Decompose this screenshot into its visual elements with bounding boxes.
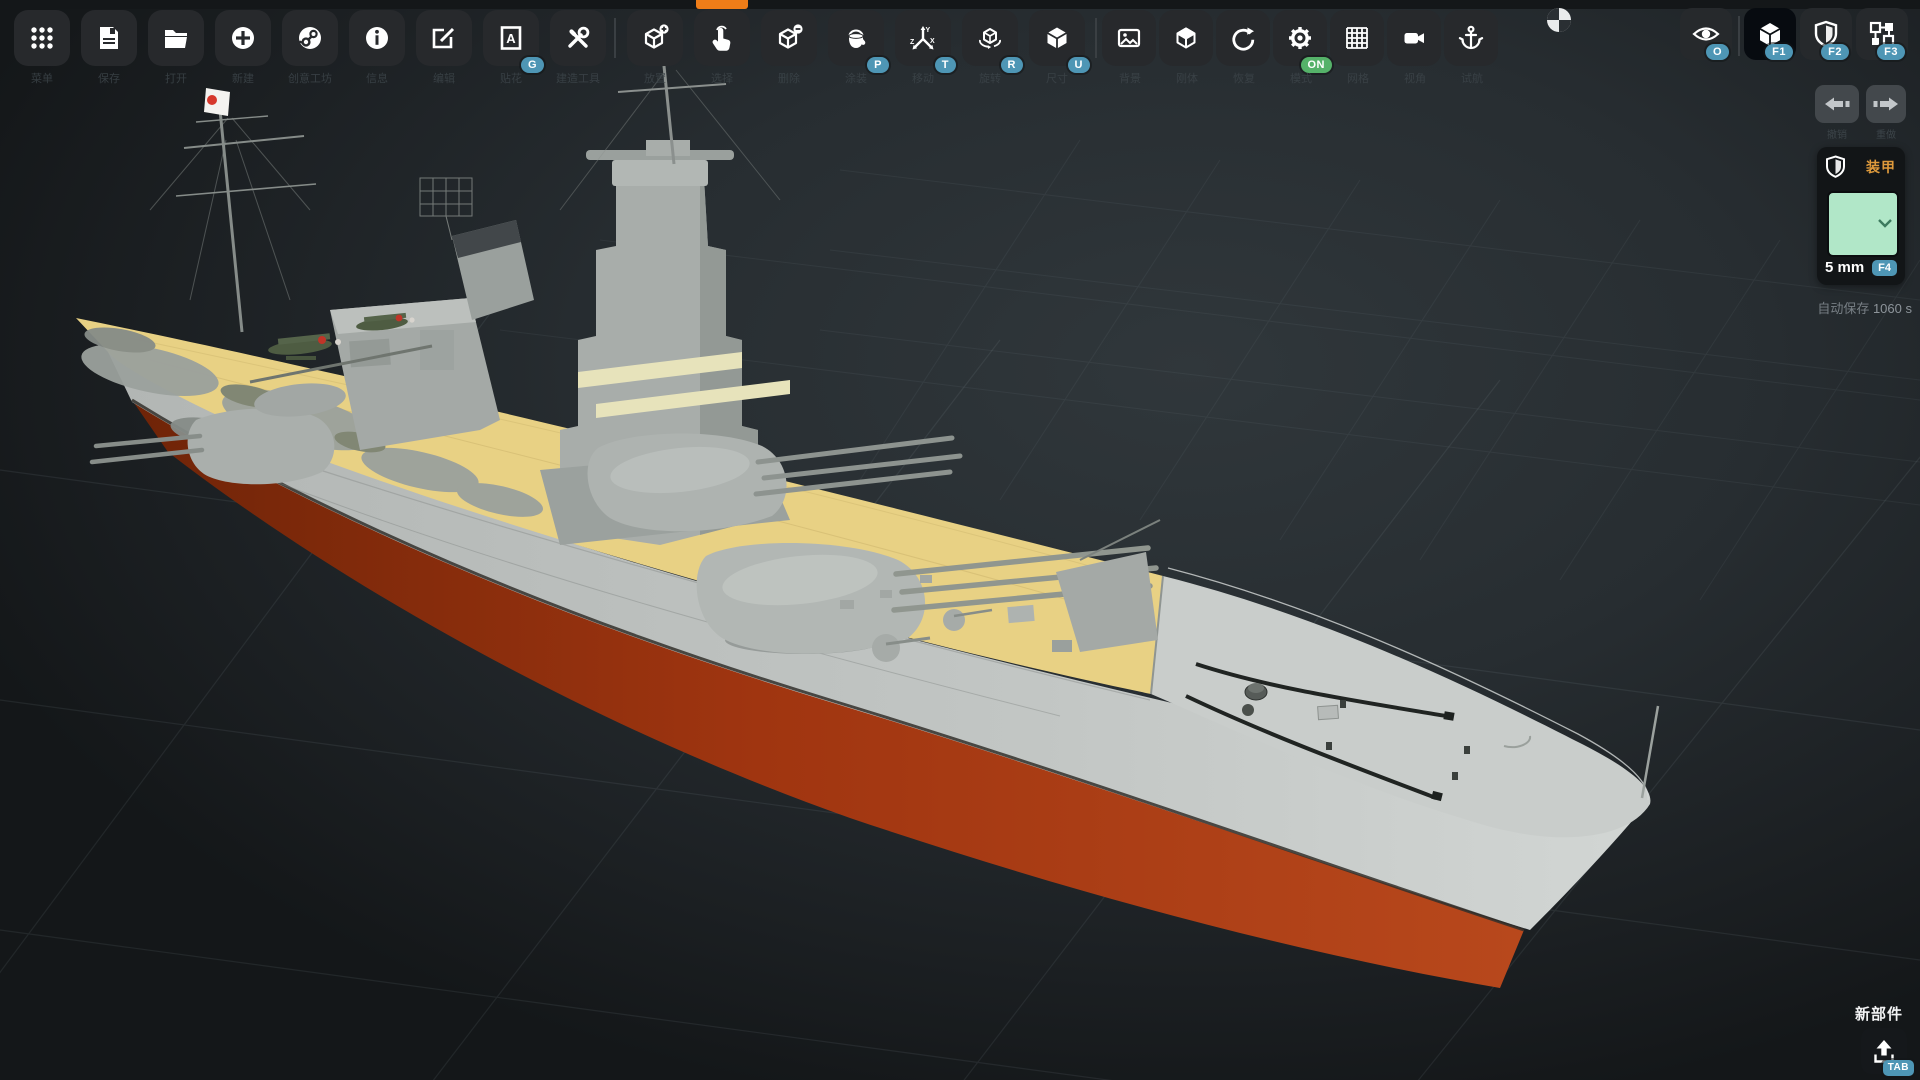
shield-icon bbox=[1825, 155, 1846, 179]
decal-button[interactable]: A G 贴花 bbox=[483, 10, 539, 66]
info-icon bbox=[362, 23, 392, 53]
rotate-cube-icon bbox=[975, 23, 1005, 53]
save-button[interactable]: 保存 bbox=[81, 10, 137, 66]
undo-button[interactable] bbox=[1815, 85, 1859, 123]
hotkey-badge: F1 bbox=[1765, 44, 1793, 60]
autosave-status: 自动保存 1060 s bbox=[1672, 298, 1912, 317]
select-tool-button[interactable]: 选择 bbox=[694, 10, 750, 66]
undo-arrow-icon bbox=[1824, 95, 1850, 113]
build-tools-button[interactable]: 建造工具 bbox=[550, 10, 606, 66]
grid-button[interactable]: 网格 bbox=[1330, 10, 1384, 66]
edit-icon bbox=[429, 23, 459, 53]
svg-text:X: X bbox=[930, 38, 935, 45]
menu-grid-icon bbox=[27, 23, 57, 53]
resize-button[interactable]: U 尺寸 bbox=[1029, 10, 1085, 66]
hotkey-badge: F3 bbox=[1877, 44, 1905, 60]
hull-button[interactable]: 刚体 bbox=[1159, 10, 1213, 66]
armor-panel: 装甲 5 mm F4 bbox=[1817, 147, 1905, 285]
hotkey-badge: U bbox=[1068, 57, 1090, 73]
hotkey-badge: F4 bbox=[1872, 260, 1897, 276]
background-image-icon bbox=[1114, 23, 1144, 53]
reset-view-button[interactable]: 恢复 bbox=[1216, 10, 1270, 66]
hull-cube-icon bbox=[1171, 23, 1201, 53]
chevron-down-icon bbox=[1878, 219, 1892, 228]
redo-arrow-icon bbox=[1873, 95, 1899, 113]
origin-marker-icon bbox=[1545, 6, 1573, 34]
move-axes-icon: Y Z X bbox=[908, 23, 938, 53]
funnel bbox=[420, 178, 534, 320]
hotkey-badge: G bbox=[521, 57, 544, 73]
menu-button[interactable]: 菜单 bbox=[14, 10, 70, 66]
background-button[interactable]: 背景 bbox=[1102, 10, 1156, 66]
add-block-icon bbox=[640, 23, 670, 53]
hotkey-badge: TAB bbox=[1883, 1060, 1914, 1076]
sea-trial-button[interactable]: 试航 bbox=[1444, 10, 1498, 66]
camera-icon bbox=[1399, 23, 1429, 53]
rotate-button[interactable]: R 旋转 bbox=[962, 10, 1018, 66]
move-button[interactable]: Y Z X T 移动 bbox=[895, 10, 951, 66]
hotkey-badge: T bbox=[935, 57, 956, 73]
edit-button[interactable]: 编辑 bbox=[416, 10, 472, 66]
ship-model[interactable] bbox=[76, 66, 1658, 988]
decal-text-icon: A bbox=[496, 23, 526, 53]
hotkey-badge: F2 bbox=[1821, 44, 1849, 60]
active-tool-indicator bbox=[696, 0, 748, 9]
hotkey-badge: P bbox=[867, 57, 889, 73]
paint-bucket-icon bbox=[841, 23, 871, 53]
mode-armor-button[interactable]: F2 bbox=[1800, 8, 1852, 60]
autosave-label: 自动保存 bbox=[1817, 301, 1869, 316]
svg-text:Z: Z bbox=[910, 39, 915, 46]
camera-button[interactable]: 视角 bbox=[1387, 10, 1441, 66]
on-badge: ON bbox=[1301, 57, 1333, 73]
toolbar-divider bbox=[614, 18, 616, 58]
radar-mesh bbox=[420, 178, 472, 240]
save-icon bbox=[94, 23, 124, 53]
workshop-button[interactable]: 创意工坊 bbox=[282, 10, 338, 66]
remove-block-button[interactable]: 删除 bbox=[761, 10, 817, 66]
settings-gear-icon bbox=[1285, 23, 1315, 53]
visibility-button[interactable]: O bbox=[1680, 8, 1732, 60]
svg-text:A: A bbox=[506, 31, 516, 46]
add-block-button[interactable]: 放置 bbox=[627, 10, 683, 66]
hotkey-badge: O bbox=[1706, 44, 1729, 60]
open-folder-icon bbox=[161, 23, 191, 53]
armor-color-swatch[interactable] bbox=[1827, 191, 1899, 257]
resize-cube-icon bbox=[1042, 23, 1072, 53]
new-part-label: 新部件 bbox=[1855, 1003, 1903, 1024]
autosave-value: 1060 s bbox=[1873, 301, 1912, 316]
grid-icon bbox=[1342, 23, 1372, 53]
ship-builder-app: { "toolbar": { "items": [ {"icon":"menu-… bbox=[0, 0, 1920, 1080]
toolbar-divider bbox=[1738, 16, 1740, 56]
hotkey-badge: R bbox=[1001, 57, 1023, 73]
armor-panel-title: 装甲 bbox=[1866, 157, 1896, 177]
armor-thickness-value: 5 mm bbox=[1825, 259, 1864, 276]
mode-modules-button[interactable]: F3 bbox=[1856, 8, 1908, 60]
paint-button[interactable]: P 涂装 bbox=[828, 10, 884, 66]
aft-mast bbox=[150, 88, 316, 332]
build-tools-icon bbox=[563, 23, 593, 53]
top-strip bbox=[0, 0, 1920, 9]
new-file-icon bbox=[228, 23, 258, 53]
anchor-icon bbox=[1456, 23, 1486, 53]
steam-workshop-icon bbox=[295, 23, 325, 53]
toolbar-divider bbox=[1095, 18, 1097, 58]
bow-flagstaff bbox=[1642, 706, 1658, 798]
open-button[interactable]: 打开 bbox=[148, 10, 204, 66]
mode-blocks-button[interactable]: F1 bbox=[1744, 8, 1796, 60]
remove-block-icon bbox=[774, 23, 804, 53]
settings-button[interactable]: ON 模式 bbox=[1273, 10, 1327, 66]
viewport-3d[interactable] bbox=[0, 0, 1920, 1080]
svg-text:Y: Y bbox=[926, 27, 931, 34]
new-part-button[interactable]: TAB bbox=[1861, 1028, 1907, 1074]
reset-rotate-icon bbox=[1228, 23, 1258, 53]
redo-button[interactable] bbox=[1866, 85, 1906, 123]
info-button[interactable]: 信息 bbox=[349, 10, 405, 66]
select-hand-icon bbox=[707, 23, 737, 53]
new-button[interactable]: 新建 bbox=[215, 10, 271, 66]
